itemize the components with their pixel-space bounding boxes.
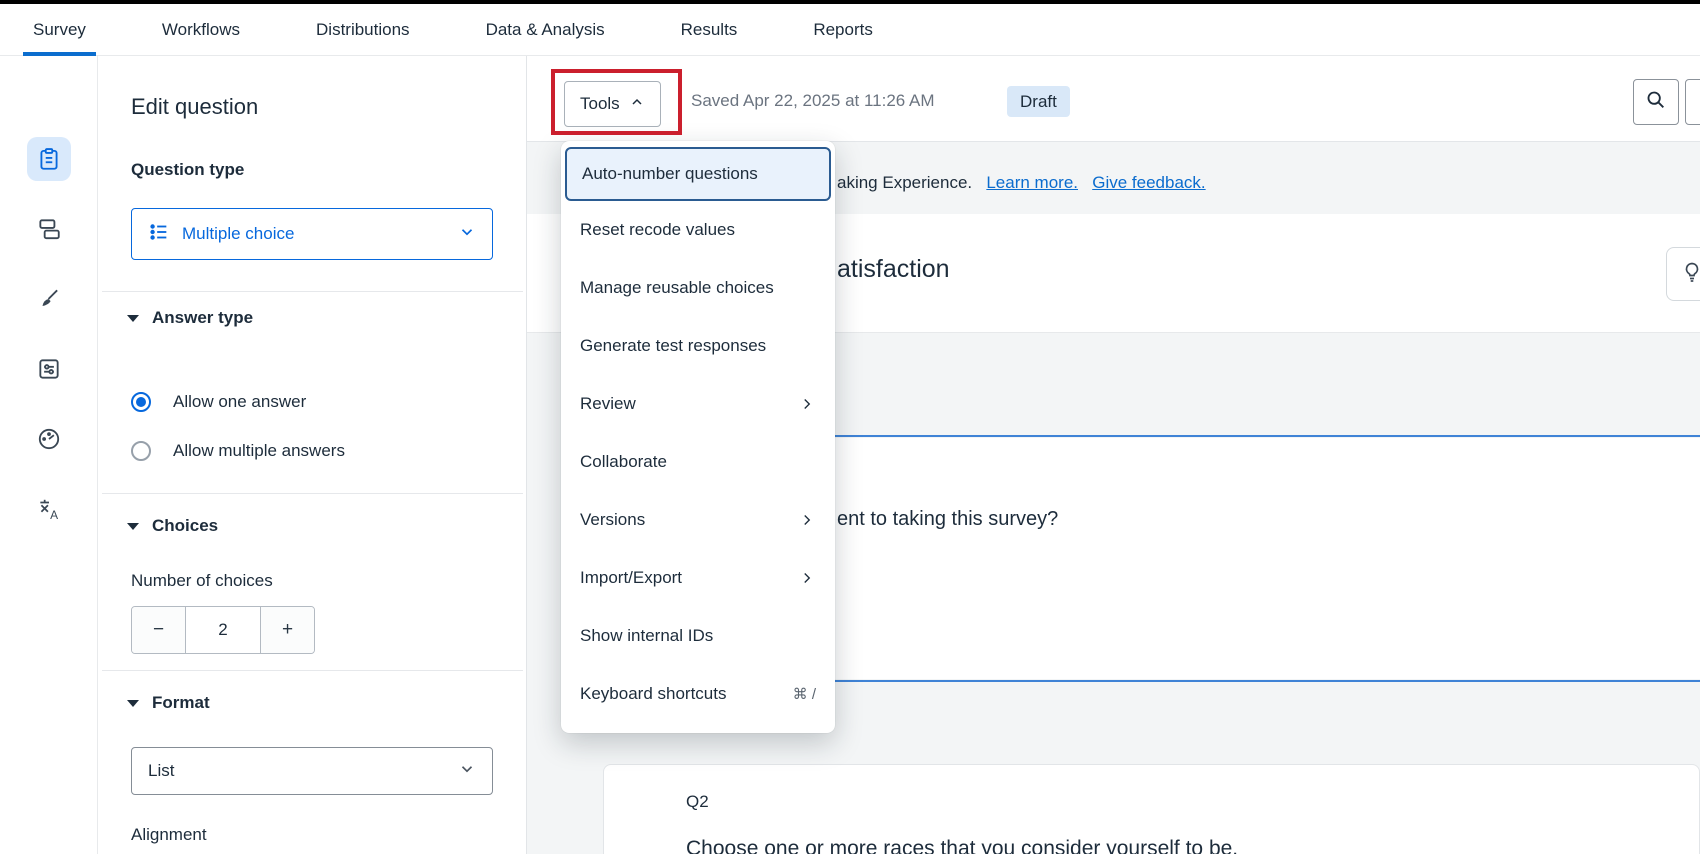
panel-title: Edit question bbox=[131, 94, 258, 120]
increment-button[interactable]: + bbox=[261, 607, 314, 653]
radio-allow-multiple-answers[interactable]: Allow multiple answers bbox=[131, 441, 345, 461]
sidebar-item-survey-builder[interactable] bbox=[27, 137, 71, 181]
chevron-right-icon bbox=[798, 511, 816, 529]
tab-data-analysis[interactable]: Data & Analysis bbox=[476, 4, 615, 55]
chevron-right-icon bbox=[798, 569, 816, 587]
menu-item-label: Import/Export bbox=[580, 568, 798, 588]
tab-survey[interactable]: Survey bbox=[23, 4, 96, 55]
quotas-icon bbox=[36, 426, 62, 452]
decrement-button[interactable]: − bbox=[132, 607, 185, 653]
tools-dropdown-menu: Auto-number questions Reset recode value… bbox=[561, 141, 835, 733]
menu-item-label: Show internal IDs bbox=[580, 626, 816, 646]
number-of-choices-stepper: − 2 + bbox=[131, 606, 315, 654]
tab-results[interactable]: Results bbox=[671, 4, 748, 55]
menu-item-versions[interactable]: Versions bbox=[561, 491, 835, 549]
menu-item-label: Versions bbox=[580, 510, 798, 530]
give-feedback-link[interactable]: Give feedback. bbox=[1092, 173, 1205, 192]
menu-item-generate-test-responses[interactable]: Generate test responses bbox=[561, 317, 835, 375]
format-value: List bbox=[148, 761, 458, 781]
menu-item-label: Keyboard shortcuts bbox=[580, 684, 793, 704]
q2-question-text[interactable]: Choose one or more races that you consid… bbox=[686, 837, 1238, 854]
learn-more-link[interactable]: Learn more. bbox=[986, 173, 1078, 192]
caret-down-icon bbox=[127, 523, 139, 530]
menu-item-collaborate[interactable]: Collaborate bbox=[561, 433, 835, 491]
sidebar-item-look-and-feel[interactable] bbox=[27, 277, 71, 321]
q2-id-label: Q2 bbox=[686, 792, 709, 812]
svg-text:A: A bbox=[50, 508, 58, 522]
chevron-up-icon bbox=[629, 94, 645, 115]
sidebar-item-survey-flow[interactable] bbox=[27, 207, 71, 251]
question-type-value: Multiple choice bbox=[182, 224, 446, 244]
alignment-label: Alignment bbox=[131, 825, 207, 845]
menu-item-label: Manage reusable choices bbox=[580, 278, 816, 298]
chevron-down-icon bbox=[458, 760, 476, 783]
choices-label: Choices bbox=[152, 516, 218, 536]
caret-down-icon bbox=[127, 315, 139, 322]
chevron-right-icon bbox=[798, 395, 816, 413]
choices-count-value[interactable]: 2 bbox=[185, 607, 261, 653]
radio-selected-icon bbox=[131, 392, 151, 412]
banner-text-fragment: aking Experience. bbox=[837, 173, 972, 192]
translations-icon: A bbox=[36, 496, 62, 522]
radio-label: Allow multiple answers bbox=[173, 441, 345, 461]
menu-item-label: Generate test responses bbox=[580, 336, 816, 356]
menu-item-auto-number-questions[interactable]: Auto-number questions bbox=[565, 147, 831, 201]
radio-label: Allow one answer bbox=[173, 392, 306, 412]
caret-down-icon bbox=[127, 700, 139, 707]
tools-button[interactable]: Tools bbox=[564, 81, 661, 127]
question-type-label: Question type bbox=[131, 160, 244, 180]
menu-item-review[interactable]: Review bbox=[561, 375, 835, 433]
shortcut-hint: ⌘ / bbox=[793, 685, 816, 703]
suggestions-button[interactable] bbox=[1666, 247, 1700, 301]
radio-allow-one-answer[interactable]: Allow one answer bbox=[131, 392, 306, 412]
question-block-q2: Q2 Choose one or more races that you con… bbox=[603, 764, 1700, 854]
sidebar-item-translations[interactable]: A bbox=[27, 487, 71, 531]
menu-item-manage-reusable-choices[interactable]: Manage reusable choices bbox=[561, 259, 835, 317]
left-icon-rail: A bbox=[0, 56, 98, 854]
menu-item-label: Collaborate bbox=[580, 452, 816, 472]
answer-type-label: Answer type bbox=[152, 308, 253, 328]
draft-status-badge: Draft bbox=[1007, 86, 1070, 117]
menu-item-label: Reset recode values bbox=[580, 220, 816, 240]
choices-section-header[interactable]: Choices bbox=[127, 516, 218, 536]
format-label: Format bbox=[152, 693, 210, 713]
answer-type-section-header[interactable]: Answer type bbox=[127, 308, 253, 328]
section-divider bbox=[102, 493, 523, 494]
section-divider bbox=[102, 670, 523, 671]
number-of-choices-label: Number of choices bbox=[131, 571, 273, 591]
tab-workflows[interactable]: Workflows bbox=[152, 4, 250, 55]
tab-reports[interactable]: Reports bbox=[803, 4, 883, 55]
format-section-header[interactable]: Format bbox=[127, 693, 210, 713]
menu-item-show-internal-ids[interactable]: Show internal IDs bbox=[561, 607, 835, 665]
edit-question-panel: Edit question Question type Multiple cho… bbox=[98, 56, 527, 854]
saved-status-text: Saved Apr 22, 2025 at 11:26 AM bbox=[691, 91, 935, 111]
tab-distributions[interactable]: Distributions bbox=[306, 4, 420, 55]
chevron-down-icon bbox=[458, 223, 476, 246]
survey-builder-icon bbox=[36, 146, 62, 172]
q1-question-text[interactable]: ent to taking this survey? bbox=[837, 508, 1058, 531]
question-type-dropdown[interactable]: Multiple choice bbox=[131, 208, 493, 260]
format-dropdown[interactable]: List bbox=[131, 747, 493, 795]
lightbulb-icon bbox=[1680, 260, 1700, 289]
tools-button-label: Tools bbox=[580, 94, 620, 114]
search-icon bbox=[1645, 89, 1667, 116]
sidebar-item-quotas[interactable] bbox=[27, 417, 71, 461]
look-and-feel-icon bbox=[36, 286, 62, 312]
multiple-choice-list-icon bbox=[148, 221, 170, 248]
survey-title-text[interactable]: atisfaction bbox=[837, 255, 950, 284]
menu-item-import-export[interactable]: Import/Export bbox=[561, 549, 835, 607]
section-divider bbox=[102, 291, 523, 292]
menu-item-reset-recode-values[interactable]: Reset recode values bbox=[561, 201, 835, 259]
survey-flow-icon bbox=[36, 216, 62, 242]
menu-item-label: Review bbox=[580, 394, 798, 414]
editor-toolbar: Tools Saved Apr 22, 2025 at 11:26 AM Dra… bbox=[527, 56, 1700, 142]
partial-toolbar-button[interactable] bbox=[1685, 79, 1700, 125]
sidebar-item-survey-options[interactable] bbox=[27, 347, 71, 391]
search-button[interactable] bbox=[1633, 79, 1679, 125]
menu-item-keyboard-shortcuts[interactable]: Keyboard shortcuts ⌘ / bbox=[561, 665, 835, 723]
top-nav: Survey Workflows Distributions Data & An… bbox=[0, 4, 1700, 56]
survey-options-icon bbox=[36, 356, 62, 382]
menu-item-label: Auto-number questions bbox=[582, 164, 814, 184]
radio-unselected-icon bbox=[131, 441, 151, 461]
